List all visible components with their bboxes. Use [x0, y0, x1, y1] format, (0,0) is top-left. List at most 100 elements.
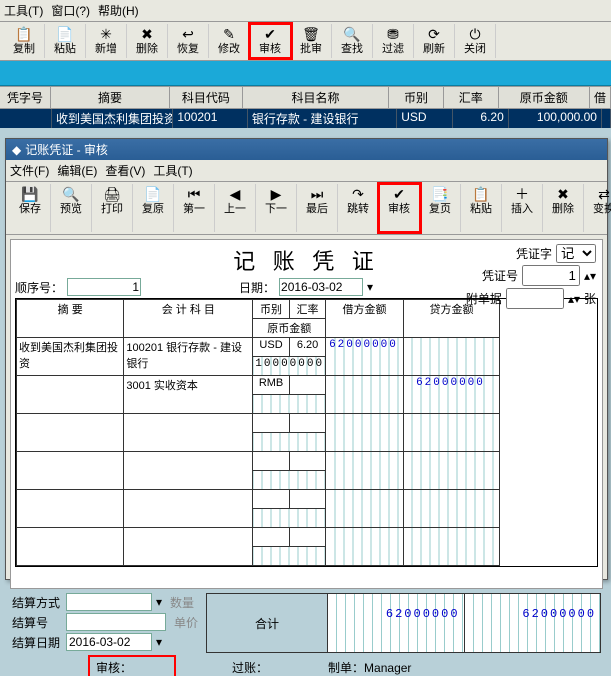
new-button-icon: ✳	[100, 26, 112, 42]
c-print[interactable]: 🖨打印	[92, 184, 133, 232]
num-spinner[interactable]: ▴▾	[584, 269, 596, 283]
col-dr[interactable]: 借	[590, 87, 611, 108]
grid-row[interactable]	[17, 528, 597, 547]
date-input[interactable]	[279, 278, 363, 296]
paste-button-label: 粘贴	[54, 42, 76, 56]
c-copypage[interactable]: 📑复页	[420, 184, 461, 232]
edit-button-icon: ✎	[223, 26, 235, 42]
col-summary[interactable]: 摘要	[51, 87, 170, 108]
batch-audit-button[interactable]: 🗑批审	[291, 24, 332, 58]
c-audit-icon: ✔	[393, 186, 405, 202]
c-copypage-label: 复页	[429, 202, 451, 216]
list-header: 凭字号 摘要 科目代码 科目名称 币别 汇率 原币金额 借	[0, 86, 611, 109]
price-label: 单价	[174, 614, 198, 631]
th-orig: 原币金额	[253, 319, 326, 338]
audit-button[interactable]: ✔审核	[250, 24, 291, 58]
c-save[interactable]: 💾保存	[10, 184, 51, 232]
edit-button[interactable]: ✎修改	[209, 24, 250, 58]
new-button[interactable]: ✳新增	[86, 24, 127, 58]
c-last[interactable]: ⏭最后	[297, 184, 338, 232]
cell-code: 100201	[173, 109, 248, 128]
delete-button-icon: ✖	[141, 26, 153, 42]
total-label: 合计	[207, 615, 327, 632]
c-insert-label: 插入	[511, 202, 533, 216]
delete-button[interactable]: ✖删除	[127, 24, 168, 58]
menu-window[interactable]: 窗口(?)	[51, 2, 90, 19]
filter-button-icon: ⛃	[387, 26, 399, 42]
close-button[interactable]: ⏻关闭	[455, 24, 496, 58]
c-preview[interactable]: 🔍预览	[51, 184, 92, 232]
c-prev-icon: ◀	[230, 186, 241, 202]
cell-summary: 收到美国杰利集团投资	[52, 109, 173, 128]
c-delete[interactable]: ✖删除	[543, 184, 584, 232]
close-button-label: 关闭	[464, 42, 486, 56]
restore-button-label: 恢复	[177, 42, 199, 56]
col-seq[interactable]: 凭字号	[0, 87, 51, 108]
col-currency[interactable]: 币别	[389, 87, 444, 108]
settle-date-input[interactable]	[66, 633, 152, 651]
c-insert[interactable]: ＋插入	[502, 184, 543, 232]
settle-method-dropdown-icon[interactable]: ▾	[156, 595, 162, 609]
list-row[interactable]: 收到美国杰利集团投资 100201 银行存款 - 建设银行 USD 6.20 1…	[0, 109, 611, 128]
restore-button[interactable]: ↩恢复	[168, 24, 209, 58]
voucher-num-input[interactable]	[522, 265, 580, 286]
child-menu-view[interactable]: 查看(V)	[105, 162, 145, 179]
c-audit[interactable]: ✔审核	[379, 184, 420, 232]
col-rate[interactable]: 汇率	[444, 87, 499, 108]
settle-no-input[interactable]	[66, 613, 166, 631]
c-save-icon: 💾	[21, 186, 38, 202]
cell-amount: 100,000.00	[509, 109, 602, 128]
date-label: 日期：	[239, 279, 275, 296]
grid-row[interactable]: 收到美国杰利集团投资100201 银行存款 - 建设银行USD6.2062000…	[17, 338, 597, 357]
attach-input[interactable]	[506, 288, 564, 309]
th-summary: 摘 要	[17, 300, 124, 338]
menu-tools[interactable]: 工具(T)	[4, 2, 43, 19]
menu-help[interactable]: 帮助(H)	[98, 2, 139, 19]
voucher-word-select[interactable]: 记	[556, 244, 596, 263]
batch-audit-button-label: 批审	[300, 42, 322, 56]
col-amount[interactable]: 原币金额	[499, 87, 590, 108]
copy-button[interactable]: 📋复制	[4, 24, 45, 58]
qty-label: 数量	[170, 594, 194, 611]
grid-row[interactable]	[17, 452, 597, 471]
filter-button[interactable]: ⛃过滤	[373, 24, 414, 58]
close-button-icon: ⏻	[469, 26, 480, 42]
refresh-button-icon: ⟳	[428, 26, 440, 42]
child-menu-file[interactable]: 文件(F)	[10, 162, 49, 179]
c-paste[interactable]: 📋粘贴	[461, 184, 502, 232]
c-first[interactable]: ⏮第一	[174, 184, 215, 232]
c-goto[interactable]: ↷跳转	[338, 184, 379, 232]
grid-row[interactable]	[17, 414, 597, 433]
grid-row[interactable]	[17, 490, 597, 509]
col-code[interactable]: 科目代码	[170, 87, 243, 108]
voucher-window-title[interactable]: ◆ 记账凭证 - 审核	[6, 139, 607, 160]
seq-label: 顺序号：	[15, 279, 63, 296]
c-swap-label: 变换	[593, 202, 611, 216]
copy-button-icon: 📋	[15, 26, 32, 42]
settle-date-dropdown-icon[interactable]: ▾	[156, 635, 162, 649]
poster-field: 过账：	[232, 659, 268, 676]
th-debit: 借方金额	[326, 300, 403, 338]
child-menu-tools[interactable]: 工具(T)	[153, 162, 192, 179]
c-insert-icon: ＋	[515, 186, 529, 202]
c-revert[interactable]: 📄复原	[133, 184, 174, 232]
main-menubar: 工具(T) 窗口(?) 帮助(H)	[0, 0, 611, 22]
date-dropdown-icon[interactable]: ▾	[367, 280, 373, 294]
word-label: 凭证字	[516, 245, 552, 262]
paste-button[interactable]: 📄粘贴	[45, 24, 86, 58]
settle-method-input[interactable]	[66, 593, 152, 611]
find-button[interactable]: 🔍查找	[332, 24, 373, 58]
c-swap[interactable]: ⇄变换	[584, 184, 611, 232]
grid-row[interactable]: 3001 实收资本RMB62000000	[17, 376, 597, 395]
child-menu-edit[interactable]: 编辑(E)	[57, 162, 97, 179]
c-next[interactable]: ▶下一	[256, 184, 297, 232]
c-last-icon: ⏭	[311, 186, 324, 202]
col-name[interactable]: 科目名称	[243, 87, 389, 108]
attach-spinner[interactable]: ▴▾	[568, 292, 580, 306]
total-credit: 62000000	[464, 594, 601, 652]
seq-input[interactable]	[67, 278, 141, 296]
c-prev[interactable]: ◀上一	[215, 184, 256, 232]
voucher-form: 记 账 凭 证 凭证字 记 凭证号 ▴▾ 附单据 ▴▾ 张 顺序号： 日期： ▾	[10, 239, 603, 589]
c-paste-icon: 📋	[472, 186, 489, 202]
refresh-button[interactable]: ⟳刷新	[414, 24, 455, 58]
